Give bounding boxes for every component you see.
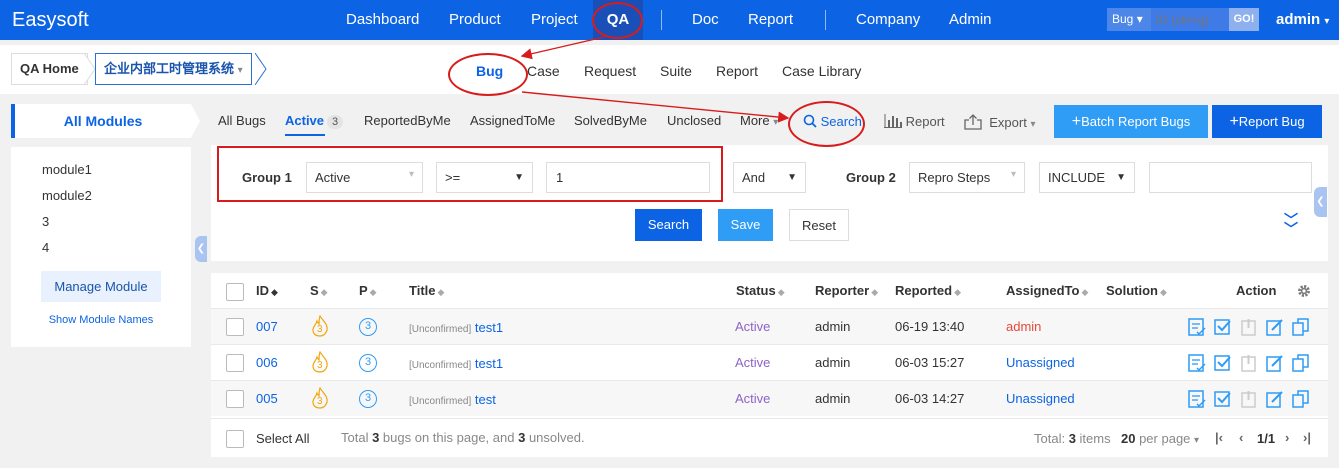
annotation-arrows xyxy=(520,36,790,123)
